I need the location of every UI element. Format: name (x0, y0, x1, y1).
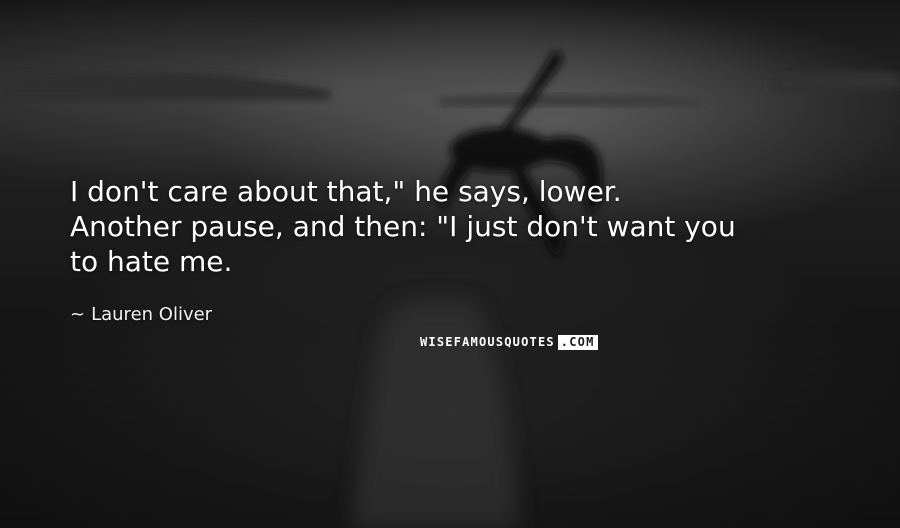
watermark-main: WISEFAMOUSQUOTES (420, 335, 555, 349)
quote-line-2: Another pause, and then: "I just don't w… (70, 210, 736, 243)
quote-line-3: to hate me. (70, 245, 233, 278)
quote-image: I don't care about that," he says, lower… (0, 0, 900, 528)
site-watermark-logo: WISEFAMOUSQUOTES .COM (420, 335, 598, 350)
mountain-ridge-center (440, 94, 700, 106)
author-name: Lauren Oliver (91, 304, 213, 325)
quote-text: I don't care about that," he says, lower… (70, 174, 850, 279)
quote-line-1: I don't care about that," he says, lower… (70, 175, 622, 208)
mountain-ridge-left (0, 72, 330, 100)
mountain-ridge-right (770, 71, 900, 92)
quote-author: ~ Lauren Oliver (70, 304, 212, 326)
watermark-suffix: .COM (557, 335, 598, 350)
author-tilde: ~ (70, 304, 86, 325)
